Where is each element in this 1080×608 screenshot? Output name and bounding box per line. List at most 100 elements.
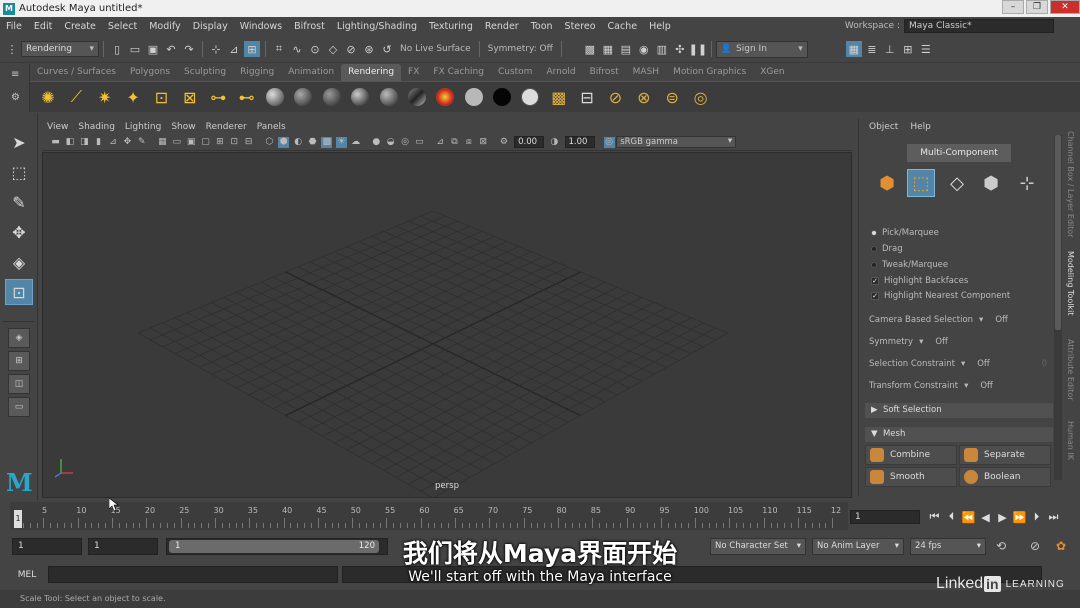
use-background-icon[interactable] xyxy=(490,85,514,109)
menu-display[interactable]: Display xyxy=(187,21,234,32)
menu-windows[interactable]: Windows xyxy=(234,21,288,32)
symmetry-setting[interactable]: Symmetry ▾ Off xyxy=(869,337,948,347)
tab-modeling-toolkit[interactable]: Modeling Toolkit xyxy=(1066,251,1075,315)
render-sequence-icon[interactable]: ⊘ xyxy=(604,85,628,109)
menu-texturing[interactable]: Texturing xyxy=(423,21,479,32)
step-back-key-icon[interactable]: ⏪ xyxy=(960,509,977,526)
xray-icon[interactable]: ⧉ xyxy=(449,137,460,148)
four-view-layout-icon[interactable]: ⊞ xyxy=(8,351,30,371)
wireframe-on-shaded-icon[interactable]: ⬣ xyxy=(307,137,318,148)
vp-menu-shading[interactable]: Shading xyxy=(73,122,120,132)
smooth-button[interactable]: Smooth xyxy=(865,467,957,487)
transform-constraint-setting[interactable]: Transform Constraint ▾ Off xyxy=(869,381,993,391)
menu-stereo[interactable]: Stereo xyxy=(559,21,602,32)
close-button[interactable]: ✕ xyxy=(1050,0,1080,14)
drag-option[interactable]: Drag xyxy=(871,244,903,254)
step-forward-key-icon[interactable]: ⏩ xyxy=(1011,509,1028,526)
camera-attributes-icon[interactable]: ◧ xyxy=(64,137,75,148)
step-back-frame-icon[interactable]: ⏴ xyxy=(943,509,960,526)
tool-settings-icon[interactable]: ⊞ xyxy=(900,41,916,57)
phong-material-icon[interactable] xyxy=(320,85,344,109)
shelf-tab-bifrost[interactable]: Bifrost xyxy=(583,64,626,81)
menu-lighting-shading[interactable]: Lighting/Shading xyxy=(331,21,423,32)
menu-select[interactable]: Select xyxy=(102,21,143,32)
channel-box-icon[interactable]: ≣ xyxy=(864,41,880,57)
current-frame-marker[interactable]: 1 xyxy=(14,510,22,528)
combine-button[interactable]: Combine xyxy=(865,445,957,465)
motion-blur-icon[interactable]: ◒ xyxy=(385,137,396,148)
undo-icon[interactable]: ↶ xyxy=(163,41,179,57)
live-surface-label[interactable]: No Live Surface xyxy=(396,44,475,54)
open-scene-icon[interactable]: ▭ xyxy=(127,41,143,57)
go-to-end-icon[interactable]: ⏭ xyxy=(1045,509,1062,526)
ambient-light-icon[interactable]: ✺ xyxy=(36,85,60,109)
wireframe-icon[interactable]: ⬡ xyxy=(264,137,275,148)
menu-edit[interactable]: Edit xyxy=(28,21,58,32)
mesh-section[interactable]: ▼ Mesh xyxy=(865,427,1053,442)
shadow-matte-icon[interactable] xyxy=(518,85,542,109)
workspace-dropdown[interactable]: Maya Classic* xyxy=(904,19,1054,33)
menu-bifrost[interactable]: Bifrost xyxy=(288,21,331,32)
spot-light-icon[interactable]: ✦ xyxy=(121,85,145,109)
save-scene-icon[interactable]: ▣ xyxy=(145,41,161,57)
shelf-tab-sculpting[interactable]: Sculpting xyxy=(177,64,233,81)
shelf-tab-xgen[interactable]: XGen xyxy=(753,64,791,81)
render-settings-icon[interactable]: ▤ xyxy=(618,41,634,57)
multi-component-button[interactable]: Multi-Component xyxy=(907,144,1011,162)
surface-shader-icon[interactable] xyxy=(462,85,486,109)
grid-icon[interactable]: ▦ xyxy=(157,137,168,148)
redo-icon[interactable]: ↷ xyxy=(181,41,197,57)
blinn-material-icon[interactable] xyxy=(263,85,287,109)
render-target-icon[interactable]: ◎ xyxy=(689,85,713,109)
shelf-tab-arnold[interactable]: Arnold xyxy=(539,64,582,81)
time-slider[interactable]: 5 10 15 20 25 30 35 40 45 50 55 60 65 70 75 80 85 90 95 100… xyxy=(10,502,848,530)
anisotropic-material-icon[interactable] xyxy=(377,85,401,109)
ambient-occlusion-icon[interactable]: ● xyxy=(371,137,382,148)
snap-grid-icon[interactable]: ⌗ xyxy=(271,41,287,57)
render-globals-icon[interactable]: ⊗ xyxy=(632,85,656,109)
play-backward-icon[interactable]: ◀ xyxy=(977,509,994,526)
shelf-tab-fx-caching[interactable]: FX Caching xyxy=(426,64,491,81)
default-material-icon[interactable]: ◐ xyxy=(293,137,304,148)
shelf-settings-icon[interactable]: ⚙ xyxy=(11,92,29,103)
restore-button[interactable]: ❐ xyxy=(1026,0,1048,14)
ramp-shader-icon[interactable] xyxy=(433,85,457,109)
modeling-toolkit-icon[interactable]: ☰ xyxy=(918,41,934,57)
color-management-icon[interactable]: ◎ xyxy=(603,136,615,148)
select-object-icon[interactable]: ⊿ xyxy=(226,41,242,57)
soft-selection-section[interactable]: ▶ Soft Selection xyxy=(865,403,1053,418)
render-current-icon[interactable]: ▩ xyxy=(547,85,571,109)
two-view-layout-icon[interactable]: ◫ xyxy=(8,374,30,394)
phonge-material-icon[interactable] xyxy=(348,85,372,109)
area-light-icon[interactable]: ⊡ xyxy=(150,85,174,109)
menu-create[interactable]: Create xyxy=(58,21,102,32)
render-frame-icon[interactable]: ▩ xyxy=(582,41,598,57)
tweak-radio[interactable] xyxy=(871,262,877,268)
shelf-tab-custom[interactable]: Custom xyxy=(491,64,539,81)
paint-select-icon[interactable]: ✎ xyxy=(5,189,33,215)
history-icon[interactable]: ↺ xyxy=(379,41,395,57)
toolkit-scrollbar[interactable] xyxy=(1054,135,1062,480)
vp-menu-view[interactable]: View xyxy=(42,122,73,132)
snap-curve-icon[interactable]: ∿ xyxy=(289,41,305,57)
textured-icon[interactable]: ▩ xyxy=(321,136,333,148)
shelf-menu-icon[interactable]: ≡ xyxy=(11,69,29,80)
vertex-mode-icon[interactable]: ⬚ xyxy=(907,169,935,197)
use-all-lights-icon[interactable]: ☀ xyxy=(335,136,347,148)
bookmark-icon[interactable]: ▮ xyxy=(93,137,104,148)
shelf-tab-animation[interactable]: Animation xyxy=(281,64,341,81)
ipr-render-icon[interactable]: ▦ xyxy=(600,41,616,57)
tab-channel-box[interactable]: Channel Box / Layer Editor xyxy=(1066,131,1075,238)
shelf-tab-rigging[interactable]: Rigging xyxy=(233,64,281,81)
bookmarks-icon[interactable]: ◨ xyxy=(79,137,90,148)
selection-constraint-setting[interactable]: Selection Constraint ▾ Off 0 xyxy=(869,359,1047,369)
tab-human-ik[interactable]: Human IK xyxy=(1066,421,1075,460)
snap-surface-icon[interactable]: ⊘ xyxy=(343,41,359,57)
symmetry-label[interactable]: Symmetry: Off xyxy=(484,44,557,54)
xray-components-icon[interactable]: ⊠ xyxy=(478,137,489,148)
xray-joints-icon[interactable]: ⧈ xyxy=(463,137,474,148)
highlight-nearest-option[interactable]: ✓ Highlight Nearest Component xyxy=(871,291,1010,301)
menu-file[interactable]: File xyxy=(0,21,28,32)
vp-menu-renderer[interactable]: Renderer xyxy=(201,122,252,132)
shelf-tab-motion-graphics[interactable]: Motion Graphics xyxy=(666,64,753,81)
